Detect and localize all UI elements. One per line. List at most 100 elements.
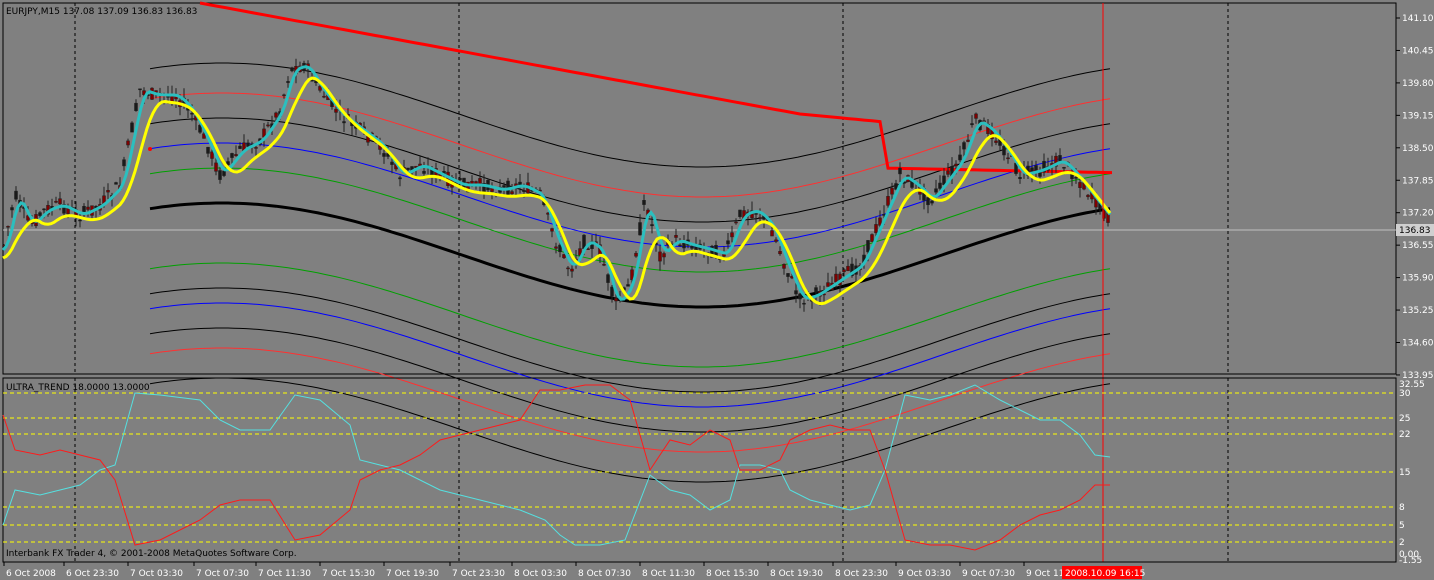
candle-body [134, 102, 138, 111]
candle-body [78, 219, 82, 222]
candle-body [778, 251, 782, 255]
candle-body [14, 190, 18, 200]
current-price-label: 136.83 [1399, 226, 1431, 236]
price-axis-label: 140.45 [1402, 46, 1434, 56]
candle-body [898, 167, 902, 175]
candle-body [674, 235, 678, 238]
candle-body [390, 161, 394, 165]
candle-body [634, 252, 638, 257]
candle-body [214, 162, 218, 172]
time-axis-label: 8 Oct 07:30 [578, 569, 631, 579]
candle-body [86, 206, 90, 210]
candle-body [190, 112, 194, 115]
cursor-time-label: 2008.10.09 16:15 [1065, 569, 1145, 579]
time-axis-label: 8 Oct 03:30 [514, 569, 567, 579]
candle-body [730, 232, 734, 238]
candle-body [842, 269, 846, 273]
price-axis-label: 141.10 [1402, 14, 1434, 24]
candle-body [1034, 165, 1038, 172]
candle-body [650, 224, 654, 227]
price-axis-label: 137.85 [1402, 176, 1434, 186]
candle-body [234, 154, 238, 157]
indicator-title: ULTRA_TREND 18.0000 13.0000 [6, 383, 150, 393]
candle-body [846, 265, 850, 272]
candle-body [1002, 146, 1006, 156]
price-axis-label: 135.25 [1402, 306, 1434, 316]
candle-body [286, 81, 290, 83]
candle-body [602, 264, 606, 266]
candle-body [626, 284, 630, 287]
indicator-scale-label: 30 [1399, 389, 1411, 399]
candle-body [126, 140, 130, 146]
candle-body [834, 273, 838, 283]
indicator-scale-label: 25 [1399, 414, 1410, 424]
candle-body [886, 196, 890, 206]
candle-body [738, 209, 742, 217]
candle-body [966, 139, 970, 142]
candle-body [114, 182, 118, 185]
candle-body [122, 159, 126, 167]
time-axis-label: 9 Oct 07:30 [962, 569, 1015, 579]
candle-body [254, 147, 258, 149]
candle-body [322, 95, 326, 98]
time-axis-label: 9 Oct 11 [1026, 569, 1064, 579]
candle-body [554, 246, 558, 249]
candle-body [994, 140, 998, 143]
candle-body [866, 240, 870, 253]
time-axis-label: 7 Oct 03:30 [130, 569, 183, 579]
candle-body [38, 212, 42, 216]
candle-body [6, 226, 10, 228]
symbol-info-label: EURJPY,M15 137.08 137.09 136.83 136.83 [6, 7, 197, 17]
time-axis-label: 7 Oct 23:30 [452, 569, 505, 579]
chart-window[interactable]: 141.10 140.45 139.80 139.15 138.50 137.85 137.… [0, 0, 1434, 580]
candle-body [1006, 157, 1010, 160]
time-axis-label: 9 Oct 03:30 [898, 569, 951, 579]
candle-body [890, 187, 894, 195]
candle-body [1086, 194, 1090, 198]
candle-body [786, 273, 790, 277]
candle-body [58, 198, 62, 205]
candle-body [774, 239, 778, 242]
candle-body [222, 170, 226, 176]
candle-body [282, 94, 286, 97]
candle-body [770, 230, 774, 237]
time-axis-label: 8 Oct 15:30 [706, 569, 759, 579]
window-background [0, 0, 1434, 580]
candle-body [458, 177, 462, 181]
candle-body [734, 221, 738, 224]
candle-body [794, 290, 798, 295]
indicator-scale-label: 5 [1399, 521, 1405, 531]
candle-body [930, 200, 934, 204]
candle-body [502, 185, 506, 188]
candle-body [798, 293, 802, 300]
time-axis-label: 8 Oct 11:30 [642, 569, 695, 579]
candle-body [342, 121, 346, 124]
time-axis-label: 8 Oct 19:30 [770, 569, 823, 579]
candle-body [662, 253, 666, 258]
candle-body [566, 267, 570, 270]
signal-dot [148, 147, 152, 151]
candle-body [334, 108, 338, 113]
price-axis-label: 135.90 [1402, 274, 1434, 284]
candle-body [210, 151, 214, 159]
candle-body [406, 167, 410, 170]
indicator-scale-label: -1.55 [1399, 556, 1422, 566]
candle-body [54, 200, 58, 203]
candle-body [106, 190, 110, 193]
candle-body [754, 213, 758, 215]
candle-body [782, 264, 786, 269]
candle-body [638, 222, 642, 236]
candle-body [570, 268, 574, 272]
candle-body [614, 298, 618, 302]
price-axis-label: 136.55 [1402, 241, 1434, 251]
candle-body [954, 163, 958, 167]
candle-body [130, 122, 134, 133]
candle-body [958, 154, 962, 161]
candle-body [942, 175, 946, 185]
price-axis-label: 139.80 [1402, 79, 1434, 89]
candle-body [690, 245, 694, 249]
candle-body [934, 188, 938, 193]
candle-body [218, 170, 222, 180]
candle-body [802, 302, 806, 305]
candle-body [238, 145, 242, 149]
